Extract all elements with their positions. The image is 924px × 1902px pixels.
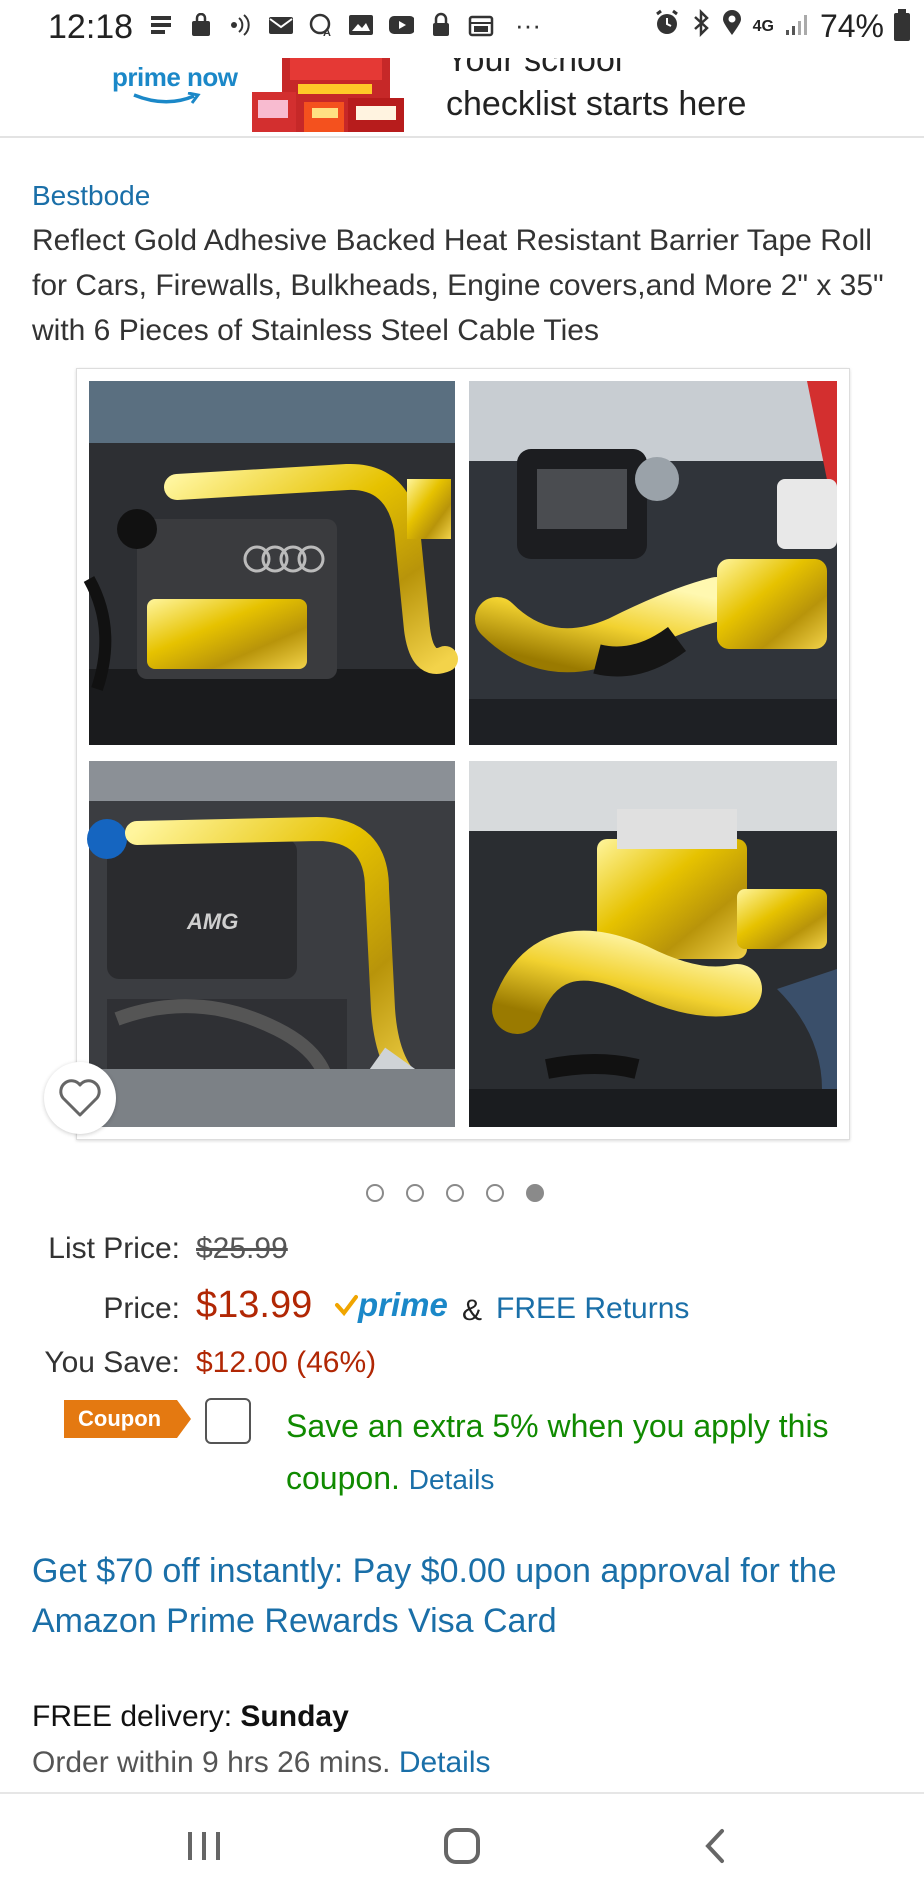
network-type: 4G xyxy=(752,17,774,35)
heart-icon xyxy=(59,1079,101,1117)
delivery-prefix: FREE delivery: xyxy=(32,1700,233,1733)
carousel-indicator[interactable] xyxy=(366,1184,544,1202)
order-within: Order within 9 hrs 26 mins. Details xyxy=(32,1746,491,1780)
sync-icon: A xyxy=(308,12,334,38)
photo-lsx-engine xyxy=(469,761,837,1127)
photo-v8-engine xyxy=(469,381,837,745)
recent-apps-icon xyxy=(188,1832,220,1860)
location-icon xyxy=(721,8,743,45)
bluetooth-icon xyxy=(691,8,711,45)
wishlist-button[interactable] xyxy=(44,1062,116,1134)
svg-text:A: A xyxy=(323,27,331,38)
carousel-dot[interactable] xyxy=(486,1184,504,1202)
cast-icon xyxy=(228,12,254,38)
system-status: 4G 74% xyxy=(653,8,910,45)
checkmark-icon xyxy=(335,1295,358,1317)
photo-audi-engine xyxy=(83,381,458,745)
carousel-dot[interactable] xyxy=(366,1184,384,1202)
battery-icon xyxy=(894,8,910,41)
you-save-label: You Save: xyxy=(44,1346,180,1379)
mail-icon xyxy=(268,12,294,38)
image-icon xyxy=(348,12,374,38)
status-bar: 12:18 A ··· 4G 74% xyxy=(0,0,924,58)
school-supplies-image xyxy=(252,58,404,132)
you-save-value: $12.00 (46%) xyxy=(196,1346,377,1379)
back-button[interactable] xyxy=(700,1828,730,1869)
ampersand: & xyxy=(462,1294,483,1327)
notification-icons: A ··· xyxy=(148,9,548,40)
prime-now-banner[interactable]: prime now Your school checklist starts h… xyxy=(0,58,924,138)
carousel-dot[interactable] xyxy=(406,1184,424,1202)
coupon-message: Save an extra 5% when you apply this cou… xyxy=(286,1400,896,1506)
carousel-dot[interactable] xyxy=(446,1184,464,1202)
list-price-label: List Price: xyxy=(48,1232,180,1265)
alarm-icon xyxy=(653,8,681,45)
youtube-icon xyxy=(388,12,414,38)
product-image[interactable]: AMG xyxy=(76,368,850,1140)
home-icon xyxy=(444,1828,480,1864)
price-value: $13.99 xyxy=(196,1284,313,1326)
free-returns-link[interactable]: FREE Returns xyxy=(496,1292,689,1326)
prime-label: prime xyxy=(358,1286,448,1323)
delivery-details-link[interactable]: Details xyxy=(399,1746,491,1779)
product-title: Reflect Gold Adhesive Backed Heat Resist… xyxy=(32,224,884,347)
lock-icon xyxy=(428,12,454,38)
photo-amg-engine: AMG xyxy=(87,761,456,1127)
menu-icon xyxy=(148,12,174,38)
svg-text:AMG: AMG xyxy=(186,909,238,934)
order-within-text: Order within 9 hrs 26 mins. xyxy=(32,1746,391,1779)
brand-link[interactable]: Bestbode xyxy=(32,180,150,212)
prime-card-promo-link[interactable]: Get $70 off instantly: Pay $0.00 upon ap… xyxy=(32,1546,912,1646)
more-icon: ··· xyxy=(515,9,541,40)
back-icon xyxy=(705,1829,724,1863)
delivery-day: Sunday xyxy=(240,1700,349,1733)
prime-now-logo: prime now xyxy=(112,58,242,122)
smile-arrow-icon xyxy=(133,92,201,104)
banner-headline: Your school checklist starts here xyxy=(446,58,746,126)
battery-percent: 74% xyxy=(819,8,884,44)
banner-line2: checklist starts here xyxy=(446,85,747,123)
home-button[interactable] xyxy=(442,1828,482,1869)
bag-icon xyxy=(188,12,214,38)
coupon-checkbox[interactable] xyxy=(205,1398,251,1444)
recent-apps-button[interactable] xyxy=(184,1828,224,1869)
signal-icon xyxy=(784,8,810,45)
delivery-info: FREE delivery: Sunday xyxy=(32,1700,349,1734)
coupon-details-link[interactable]: Details xyxy=(409,1464,495,1495)
calendar-icon xyxy=(468,12,494,38)
price-label: Price: xyxy=(103,1292,180,1325)
android-nav-bar xyxy=(0,1792,924,1902)
carousel-dot[interactable] xyxy=(526,1184,544,1202)
status-time: 12:18 xyxy=(48,8,134,46)
banner-line1: Your school xyxy=(446,58,623,79)
prime-badge: prime xyxy=(334,1286,448,1324)
coupon-badge: Coupon xyxy=(64,1400,192,1438)
list-price-value: $25.99 xyxy=(196,1232,288,1265)
engine-bay-collage: AMG xyxy=(83,381,837,1127)
coupon-text: Save an extra 5% when you apply this cou… xyxy=(286,1408,829,1496)
